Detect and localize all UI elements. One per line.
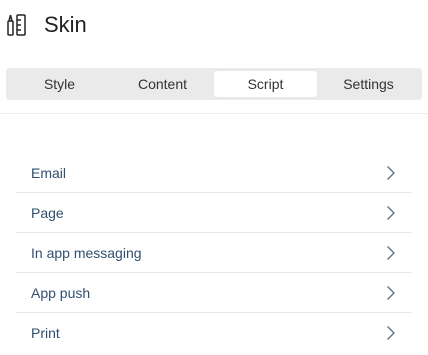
tab-settings[interactable]: Settings	[317, 71, 420, 97]
skin-palette-icon	[7, 14, 26, 36]
tab-style[interactable]: Style	[8, 71, 111, 97]
tab-content[interactable]: Content	[111, 71, 214, 97]
list-item-label: App push	[31, 284, 91, 301]
page-title: Skin	[44, 12, 87, 37]
chevron-right-icon	[387, 326, 395, 340]
chevron-right-icon	[387, 205, 395, 220]
list-item-print[interactable]: Print	[16, 313, 412, 353]
list-item-email[interactable]: Email	[16, 153, 412, 193]
list-item-in-app-messaging[interactable]: In app messaging	[16, 233, 412, 273]
list-item-label: Page	[31, 204, 64, 221]
list-item-page[interactable]: Page	[16, 193, 412, 233]
chevron-right-icon	[387, 245, 395, 260]
tab-bar: Style Content Script Settings	[6, 68, 422, 100]
page-header: Skin	[0, 0, 428, 54]
script-type-list: Email Page In app messaging App push Pri…	[16, 153, 412, 353]
list-item-label: Print	[31, 325, 60, 341]
tab-script[interactable]: Script	[214, 71, 317, 97]
chevron-right-icon	[387, 285, 395, 300]
chevron-right-icon	[387, 165, 395, 180]
list-item-app-push[interactable]: App push	[16, 273, 412, 313]
header-divider	[0, 113, 428, 114]
list-item-label: Email	[31, 164, 67, 181]
list-item-label: In app messaging	[31, 244, 142, 261]
